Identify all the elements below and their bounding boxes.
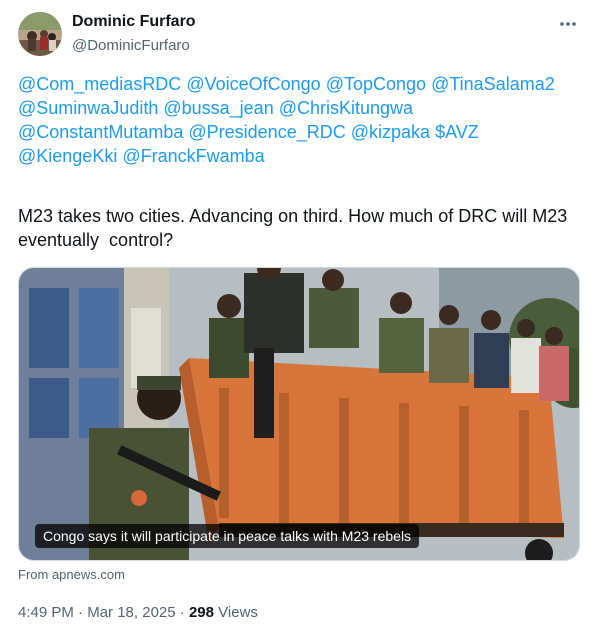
tweet-time[interactable]: 4:49 PM <box>18 604 74 621</box>
mention-link[interactable]: @bussa_jean <box>163 98 273 118</box>
mention-link[interactable]: @TopCongo <box>326 74 426 94</box>
avatar[interactable] <box>18 12 62 56</box>
mention-link[interactable]: @Com_mediasRDC <box>18 74 181 94</box>
mention-link[interactable]: @KiengeKki <box>18 146 117 166</box>
link-card[interactable]: Congo says it will participate in peace … <box>18 267 580 561</box>
mention-link[interactable]: @TinaSalama2 <box>431 74 555 94</box>
link-source[interactable]: From apnews.com <box>18 567 125 582</box>
mention-link[interactable]: @FranckFwamba <box>122 146 264 166</box>
mentions-block: @Com_mediasRDC @VoiceOfCongo @TopCongo @… <box>18 72 584 168</box>
meta-separator: · <box>78 604 84 621</box>
mention-link[interactable]: @ConstantMutamba <box>18 122 183 142</box>
mention-link[interactable]: @kizpaka <box>351 122 430 142</box>
tweet-text: M23 takes two cities. Advancing on third… <box>18 206 573 250</box>
tweet: Dominic Furfaro @DominicFurfaro @Com_med… <box>0 0 598 630</box>
link-card-image <box>19 268 579 560</box>
author-handle[interactable]: @DominicFurfaro <box>72 37 190 54</box>
author-name[interactable]: Dominic Furfaro <box>72 13 196 31</box>
link-card-caption: Congo says it will participate in peace … <box>35 524 420 548</box>
mention-link[interactable]: @ChrisKitungwa <box>279 98 413 118</box>
meta-separator: · <box>179 604 185 621</box>
mention-link[interactable]: @SuminwaJudith <box>18 98 158 118</box>
tweet-meta: 4:49 PM · Mar 18, 2025 · 298 Views <box>18 604 258 621</box>
tweet-date[interactable]: Mar 18, 2025 <box>87 604 175 621</box>
views-count: 298 <box>188 604 214 621</box>
mention-link[interactable]: @Presidence_RDC <box>188 122 345 142</box>
cashtag-link[interactable]: $AVZ <box>435 122 479 142</box>
more-horizontal-icon[interactable] <box>556 12 580 36</box>
mention-link[interactable]: @VoiceOfCongo <box>186 74 320 94</box>
views-label: Views <box>218 604 258 621</box>
